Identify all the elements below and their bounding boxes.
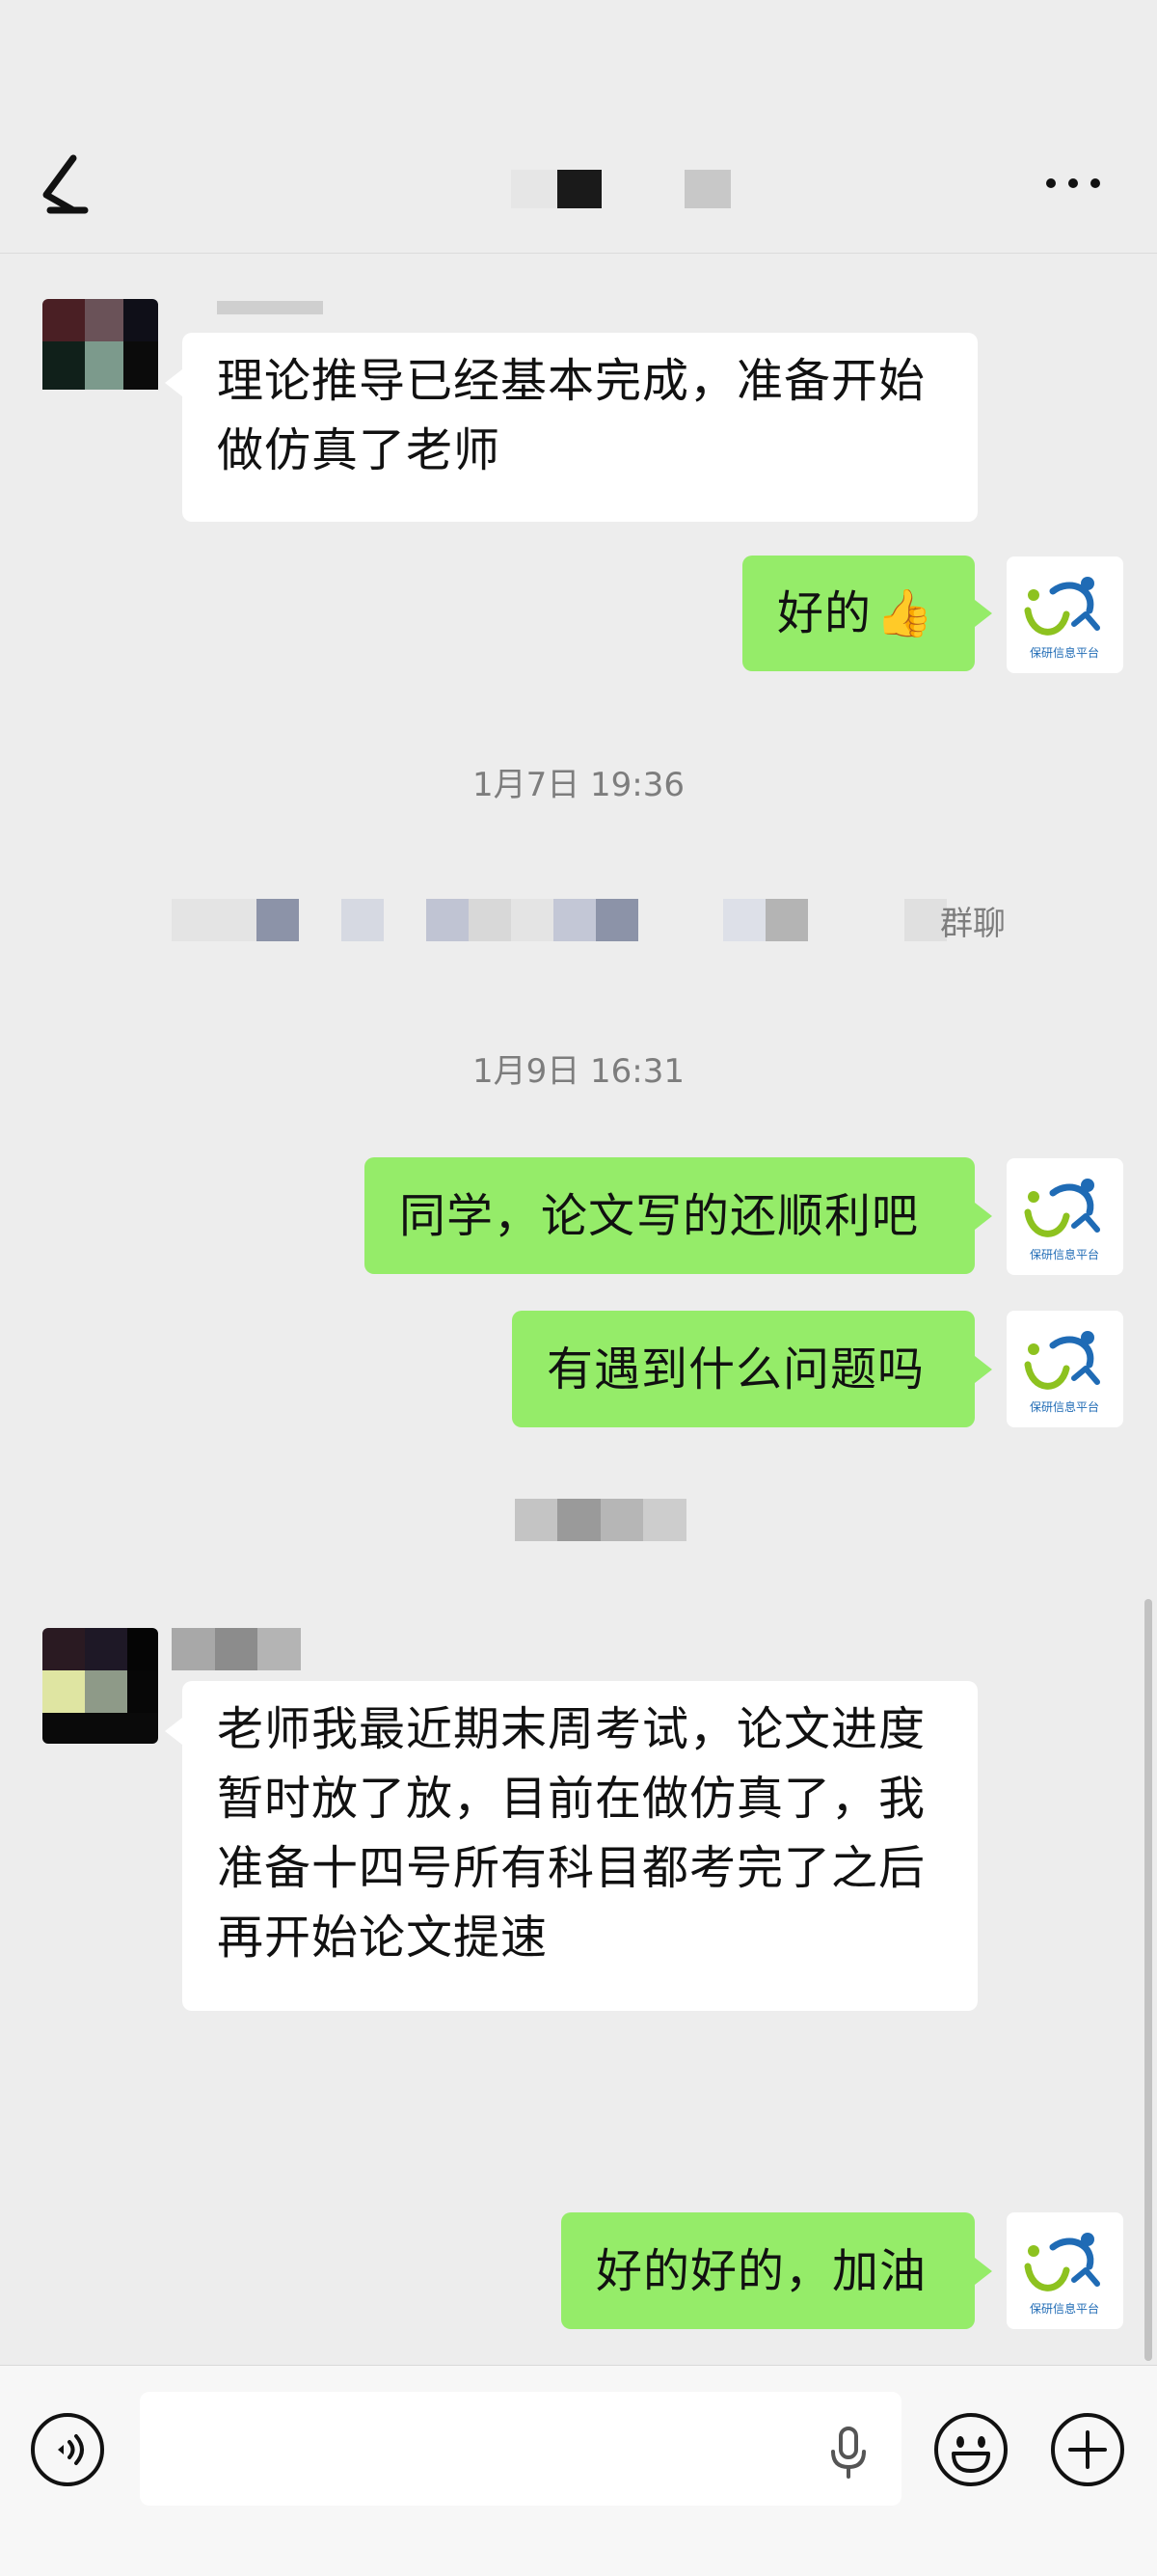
- thumbs-up-icon: 👍: [875, 586, 934, 640]
- message-text: 有遇到什么问题吗: [547, 1342, 926, 1396]
- message-bubble-outgoing[interactable]: 好的 👍: [742, 556, 992, 671]
- message-text: 做仿真了老师: [217, 423, 501, 477]
- chat-title-redacted: [511, 166, 733, 212]
- svg-text:保研信息平台: 保研信息平台: [1030, 1247, 1099, 1261]
- message-bubble-outgoing[interactable]: 好的好的，加油: [561, 2212, 992, 2329]
- svg-text:保研信息平台: 保研信息平台: [1030, 645, 1099, 660]
- system-message-redacted: [172, 899, 1030, 941]
- redacted-block: [515, 1499, 686, 1541]
- more-options-button[interactable]: [1039, 159, 1107, 207]
- timestamp: 1月7日 19:36: [471, 766, 686, 804]
- microphone-button[interactable]: [824, 2423, 873, 2481]
- contact-avatar[interactable]: [42, 299, 158, 415]
- back-button[interactable]: [29, 145, 106, 231]
- svg-text:保研信息平台: 保研信息平台: [1030, 2301, 1099, 2316]
- timestamp: 1月9日 16:31: [471, 1052, 686, 1091]
- message-bubble-incoming[interactable]: 老师我最近期末周考试，论文进度 暂时放了放，目前在做仿真了，我 准备十四号所有科…: [165, 1681, 978, 2011]
- message-bubble-outgoing[interactable]: 同学，论文写的还顺利吧: [364, 1157, 992, 1274]
- chevron-left-icon: [42, 154, 89, 214]
- message-input[interactable]: [140, 2392, 901, 2506]
- svg-text:保研信息平台: 保研信息平台: [1030, 1399, 1099, 1414]
- message-bubble-incoming[interactable]: 理论推导已经基本完成，准备开始 做仿真了老师: [165, 333, 978, 522]
- message-text: 老师我最近期末周考试，论文进度: [217, 1702, 927, 1756]
- scrollbar-thumb[interactable]: [1144, 1599, 1152, 2361]
- message-text: 暂时放了放，目前在做仿真了，我: [217, 1772, 927, 1826]
- message-text: 好的: [777, 586, 873, 640]
- top-bar: [0, 0, 1157, 254]
- my-avatar[interactable]: 保研信息平台: [1007, 2212, 1123, 2329]
- baoyan-logo-icon: 保研信息平台: [1024, 1331, 1100, 1414]
- emoji-icon: [934, 2413, 1008, 2486]
- sender-nickname-redacted: [172, 1628, 301, 1670]
- message-bubble-outgoing[interactable]: 有遇到什么问题吗: [512, 1311, 992, 1427]
- baoyan-logo-icon: 保研信息平台: [1024, 1179, 1100, 1261]
- emoji-button[interactable]: [932, 2411, 1009, 2488]
- my-avatar[interactable]: 保研信息平台: [1007, 1311, 1123, 1427]
- microphone-icon: [831, 2427, 866, 2479]
- more-functions-button[interactable]: [1049, 2411, 1126, 2488]
- message-text: 再开始论文提速: [217, 1911, 549, 1965]
- plus-icon: [1051, 2413, 1124, 2486]
- message-text: 好的好的，加油: [596, 2243, 928, 2298]
- baoyan-logo-icon: 保研信息平台: [1024, 2233, 1100, 2316]
- system-message-suffix: 群聊: [940, 905, 1006, 943]
- more-dots-icon: [1046, 178, 1100, 188]
- message-text: 理论推导已经基本完成，准备开始: [217, 354, 927, 408]
- my-avatar[interactable]: 保研信息平台: [1007, 556, 1123, 673]
- message-text: 同学，论文写的还顺利吧: [399, 1188, 920, 1243]
- baoyan-logo-icon: 保研信息平台: [1024, 577, 1100, 660]
- contact-avatar[interactable]: [42, 1628, 158, 1744]
- message-text: 准备十四号所有科目都考完了之后: [217, 1841, 927, 1895]
- voice-mode-button[interactable]: [29, 2411, 106, 2488]
- voice-mode-icon: [31, 2413, 104, 2486]
- sender-nickname-redacted: [217, 285, 333, 314]
- my-avatar[interactable]: 保研信息平台: [1007, 1158, 1123, 1275]
